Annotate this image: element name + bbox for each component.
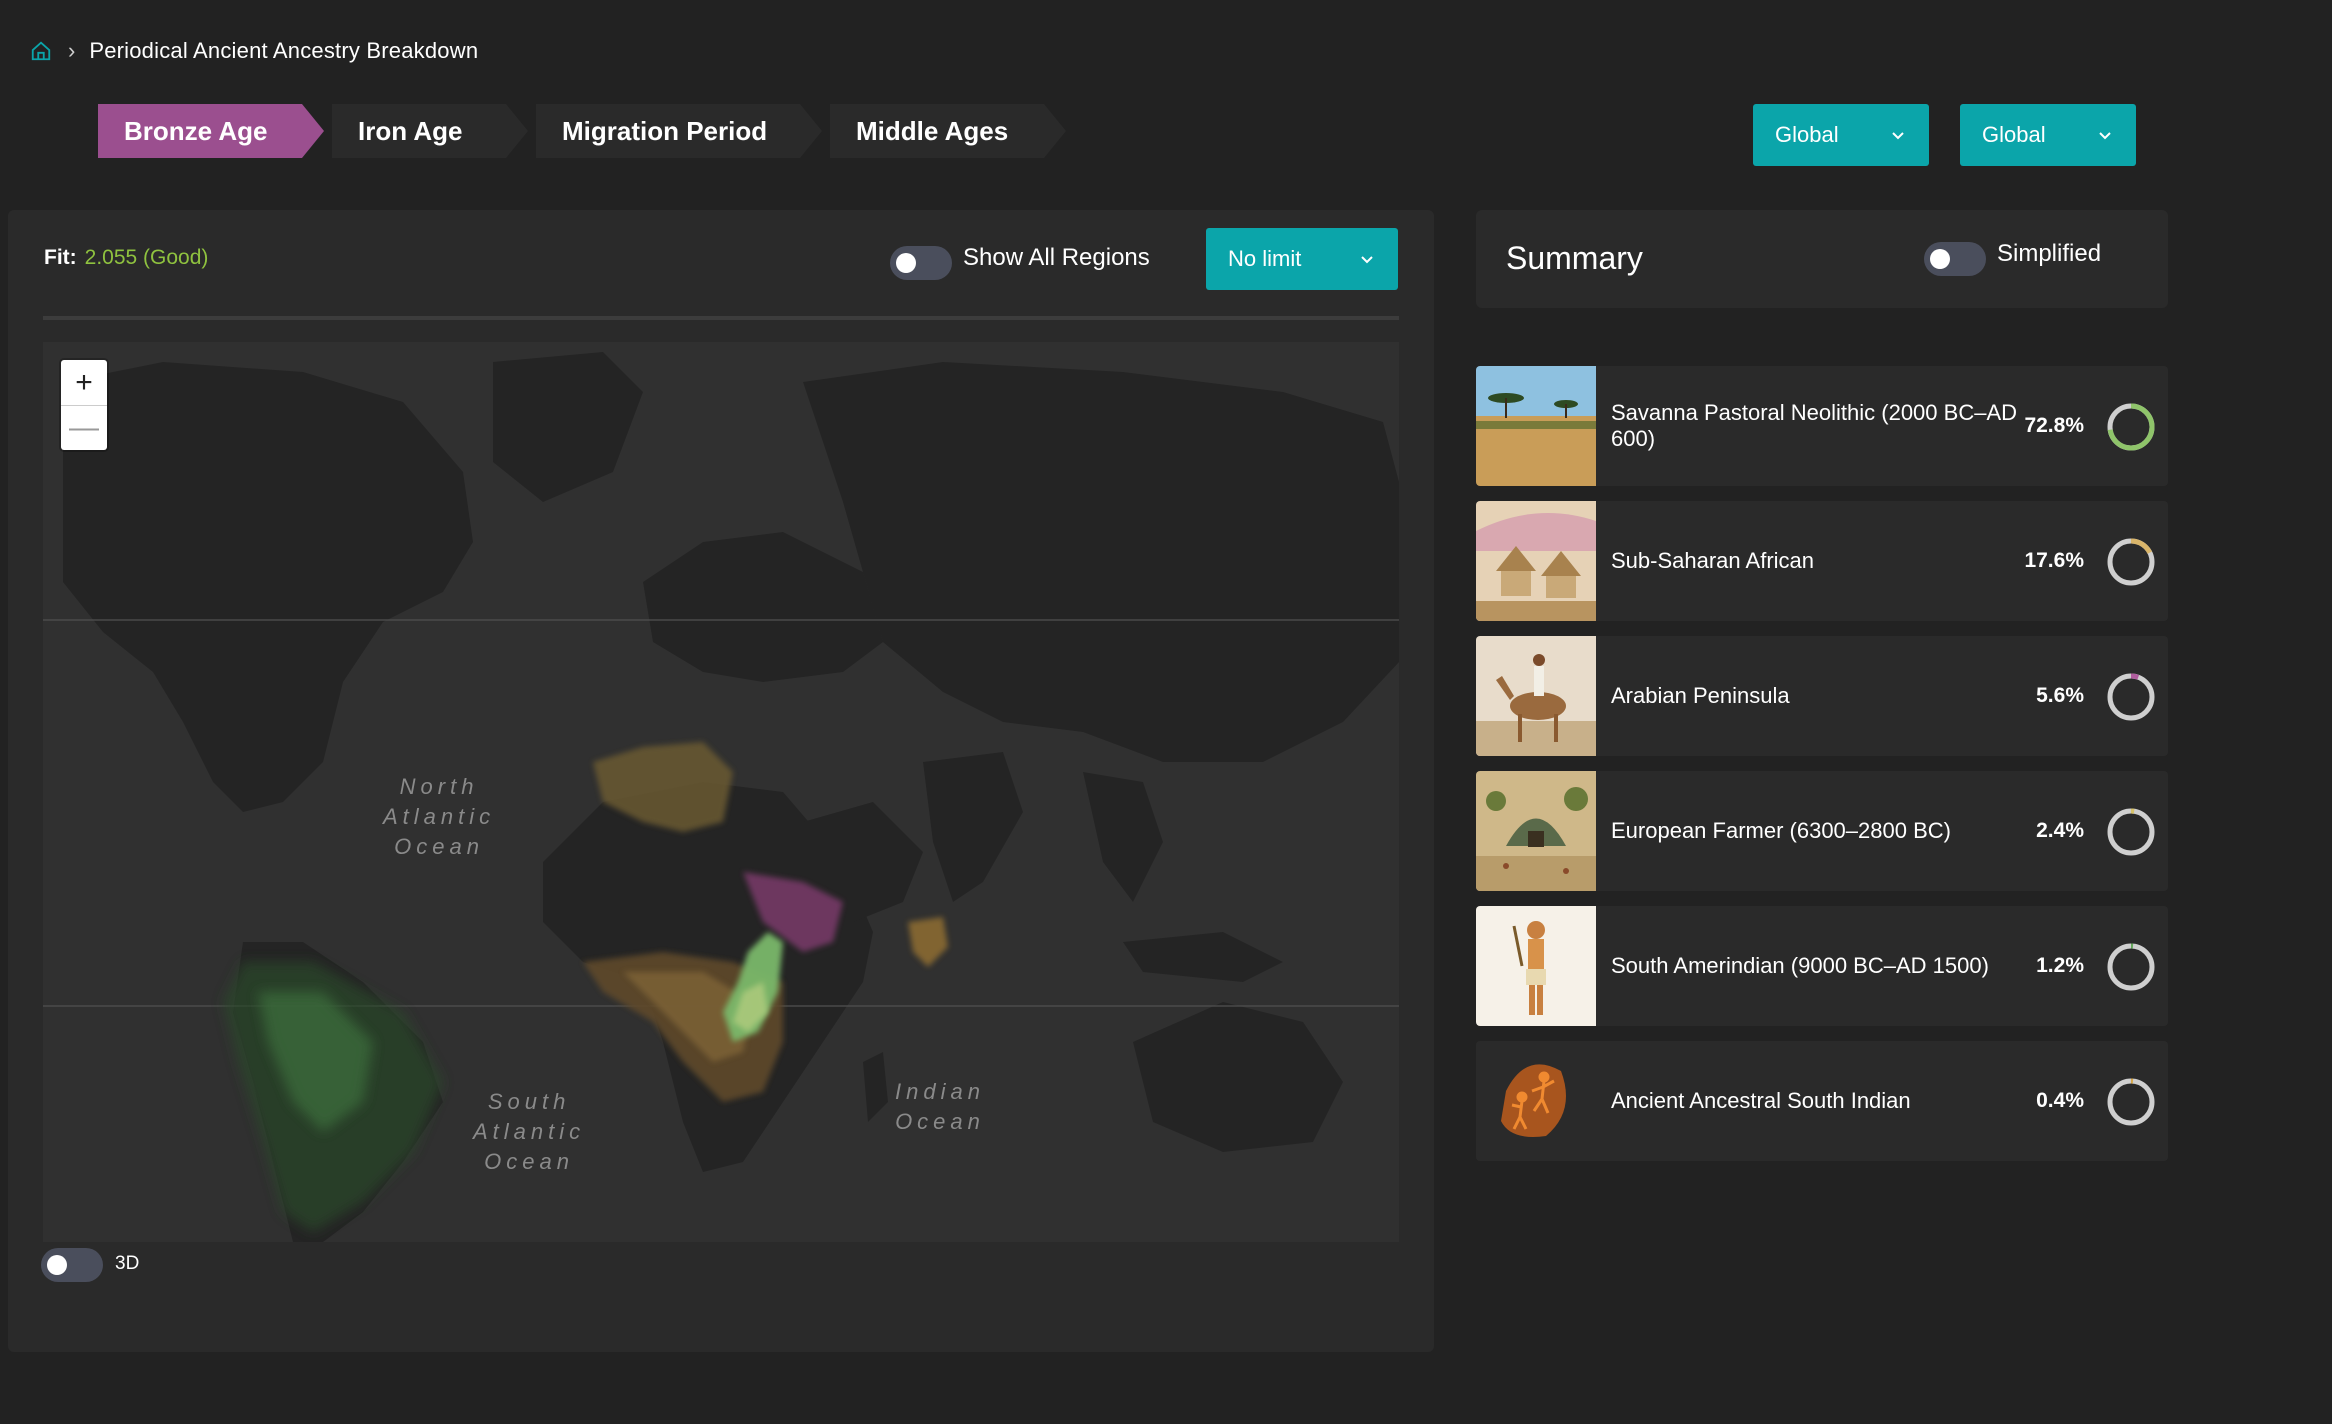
show-all-regions-label: Show All Regions	[963, 244, 1150, 271]
toggle-knob	[1930, 249, 1950, 269]
heat-region-south-america	[223, 962, 443, 1232]
ocean-label-south-atlantic: South Atlantic Ocean	[473, 1089, 586, 1174]
ancestry-list: Savanna Pastoral Neolithic (2000 BC–AD 6…	[1476, 366, 2168, 1176]
percent-ring-icon	[2107, 673, 2155, 721]
ancestry-name: Ancient Ancestral South Indian	[1611, 1088, 1911, 1113]
global-select-1[interactable]: Global	[1753, 104, 1929, 166]
period-tabs: Bronze Age Iron Age Migration Period Mid…	[98, 104, 1074, 158]
show-all-regions-toggle[interactable]	[890, 246, 952, 280]
ancestry-percent: 5.6%	[2036, 684, 2084, 707]
page-title: Periodical Ancient Ancestry Breakdown	[89, 38, 479, 63]
chevron-down-icon	[2099, 132, 2111, 140]
global-select-1-value: Global	[1775, 122, 1839, 147]
percent-ring-icon	[2107, 538, 2155, 586]
ancestry-percent: 17.6%	[2024, 549, 2084, 572]
camel-rider-image	[1476, 636, 1596, 756]
ancestry-row-arabian-peninsula[interactable]: Arabian Peninsula 5.6%	[1476, 636, 2168, 756]
percent-ring-icon	[2107, 808, 2155, 856]
ancestry-row-sub-saharan[interactable]: Sub-Saharan African 17.6%	[1476, 501, 2168, 621]
chevron-down-icon	[1892, 132, 1904, 140]
savanna-landscape-image	[1476, 366, 1596, 486]
toggle-3d-label: 3D	[115, 1253, 140, 1274]
farming-village-image	[1476, 771, 1596, 891]
ancestry-name: South Amerindian (9000 BC–AD 1500)	[1611, 953, 1989, 978]
limit-select-value: No limit	[1228, 246, 1302, 271]
ancestry-row-european-farmer[interactable]: European Farmer (6300–2800 BC) 2.4%	[1476, 771, 2168, 891]
ancestry-row-south-amerindian[interactable]: South Amerindian (9000 BC–AD 1500) 1.2%	[1476, 906, 2168, 1026]
ancestry-percent: 2.4%	[2036, 819, 2084, 842]
summary-header: Summary Simplified	[1476, 210, 2168, 308]
ancestry-percent: 1.2%	[2036, 954, 2084, 977]
fit-label: Fit:	[44, 246, 77, 269]
home-icon[interactable]	[28, 38, 54, 64]
summary-title: Summary	[1506, 240, 1643, 276]
percent-ring-icon	[2107, 943, 2155, 991]
map-panel: Fit: 2.055 (Good) Show All Regions No lim…	[8, 210, 1434, 1352]
heat-region-india	[908, 917, 948, 967]
chevron-down-icon	[1361, 256, 1373, 264]
ancestry-name: Arabian Peninsula	[1611, 683, 1790, 708]
global-select-2-value: Global	[1982, 122, 2046, 147]
world-map-graphic	[43, 352, 1399, 1242]
ocean-label-indian: Indian Ocean	[895, 1079, 985, 1134]
ocean-label-north-atlantic: North Atlantic Ocean	[383, 774, 496, 859]
tab-migration-period[interactable]: Migration Period	[536, 104, 822, 158]
cave-painting-image	[1476, 1041, 1596, 1161]
amerindian-figure-image	[1476, 906, 1596, 1026]
ancestry-percent: 0.4%	[2036, 1089, 2084, 1112]
divider	[43, 316, 1399, 320]
simplified-label: Simplified	[1997, 240, 2102, 267]
limit-select[interactable]: No limit	[1206, 228, 1398, 290]
ancestry-name: Savanna Pastoral Neolithic (2000 BC–AD 6…	[1611, 400, 2018, 451]
village-illustration-image	[1476, 501, 1596, 621]
tab-bronze-age[interactable]: Bronze Age	[98, 104, 324, 158]
toggle-knob	[896, 253, 916, 273]
tab-iron-age[interactable]: Iron Age	[332, 104, 528, 158]
zoom-out-button[interactable]: —	[61, 405, 107, 450]
tab-middle-ages[interactable]: Middle Ages	[830, 104, 1066, 158]
percent-ring-icon	[2107, 1078, 2155, 1126]
fit-value: 2.055 (Good)	[84, 246, 209, 269]
toggle-knob	[47, 1255, 67, 1275]
zoom-in-button[interactable]: +	[61, 360, 107, 405]
fit-indicator: Fit: 2.055 (Good)	[44, 246, 208, 270]
ancestry-row-savanna-pastoral[interactable]: Savanna Pastoral Neolithic (2000 BC–AD 6…	[1476, 366, 2168, 486]
ancestry-name: European Farmer (6300–2800 BC)	[1611, 818, 1951, 843]
zoom-control: + —	[61, 360, 107, 450]
percent-ring-icon	[2107, 403, 2155, 451]
ancestry-percent: 72.8%	[2024, 414, 2084, 437]
chevron-right-icon: ›	[68, 38, 76, 63]
ancestry-name: Sub-Saharan African	[1611, 548, 1815, 573]
toggle-3d[interactable]	[41, 1248, 103, 1282]
global-select-2[interactable]: Global	[1960, 104, 2136, 166]
ancestry-row-ancient-south-indian[interactable]: Ancient Ancestral South Indian 0.4%	[1476, 1041, 2168, 1161]
world-map[interactable]: North Atlantic Ocean South Atlantic Ocea…	[43, 342, 1399, 1242]
breadcrumb: › Periodical Ancient Ancestry Breakdown	[28, 36, 478, 66]
simplified-toggle[interactable]	[1924, 242, 1986, 276]
